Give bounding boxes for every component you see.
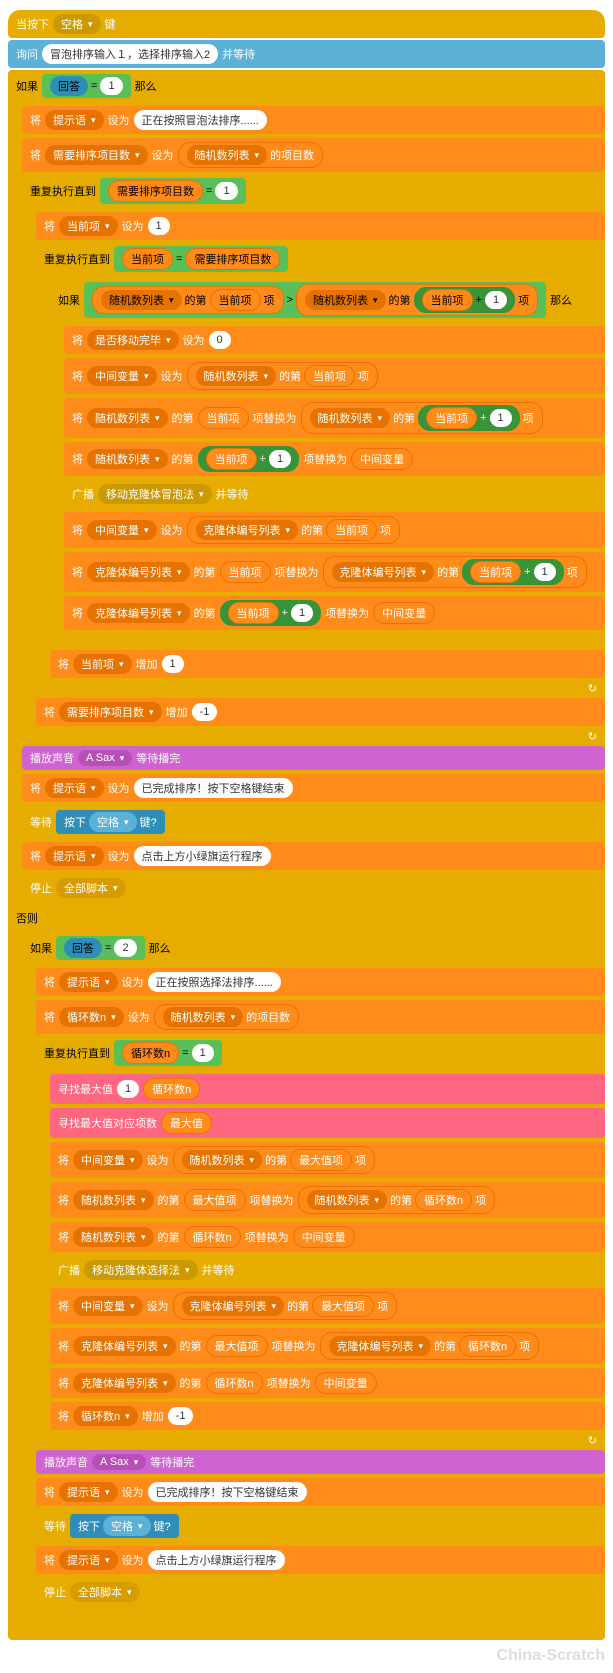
- custom-find-max-idx[interactable]: 寻找最大值对应项数 最大值: [50, 1108, 605, 1138]
- label: 键: [105, 16, 116, 32]
- set-current-1[interactable]: 将 当前项 设为 1: [36, 212, 605, 240]
- stop-1[interactable]: 停止 全部脚本: [22, 874, 605, 902]
- length-of-list[interactable]: 随机数列表 的项目数: [178, 142, 324, 168]
- if-answer-2[interactable]: 如果 回答 = 2 那么 将 提示语 设为 正在按照选择法排序...... 将 …: [22, 932, 605, 1624]
- play-sound-1[interactable]: 播放声音 A Sax 等待播完: [22, 746, 605, 770]
- equals-operator[interactable]: 回答 = 1: [42, 74, 131, 98]
- repeat-until-select[interactable]: 重复执行直到 循环数n = 1 寻找最大值 1 循环数n: [36, 1036, 605, 1448]
- play-sound-2[interactable]: 播放声音 A Sax 等待播完: [36, 1450, 605, 1474]
- repeat-until-outer[interactable]: 重复执行直到 需要排序项目数 = 1 将 当前项 设为 1 重复执行直到: [22, 174, 605, 744]
- if-answer-1[interactable]: 如果 回答 = 1 那么 将 提示语 设为 正在按照冒泡法排序...... 将 …: [8, 70, 605, 1640]
- watermark: China-Scratch: [497, 1647, 605, 1665]
- set-needsort[interactable]: 将 需要排序项目数 设为 随机数列表 的项目数: [22, 138, 605, 172]
- label: 当按下: [16, 16, 49, 32]
- answer-reporter[interactable]: 回答: [50, 76, 88, 96]
- broadcast-select[interactable]: 广播 移动克隆体选择法 并等待: [50, 1256, 605, 1284]
- stop-2[interactable]: 停止 全部脚本: [36, 1578, 605, 1606]
- broadcast-bubble[interactable]: 广播 移动克隆体冒泡法 并等待: [64, 480, 605, 508]
- ask-and-wait-block[interactable]: 询问 冒泡排序输入１，选择排序输入2 并等待: [8, 40, 605, 68]
- wait-until-1[interactable]: 等待 按下 空格 键?: [22, 806, 605, 838]
- key-dropdown[interactable]: 空格: [53, 14, 101, 34]
- gt-operator[interactable]: 随机数列表 的第 当前项 项 > 随机数列表 的第: [84, 282, 546, 318]
- custom-find-max[interactable]: 寻找最大值 1 循环数n: [50, 1074, 605, 1104]
- if-compare[interactable]: 如果 随机数列表 的第 当前项 项 >: [50, 278, 605, 648]
- ask-text-input[interactable]: 冒泡排序输入１，选择排序输入2: [42, 44, 218, 64]
- repeat-until-inner[interactable]: 重复执行直到 当前项 = 需要排序项目数 如果: [36, 242, 605, 696]
- set-tip[interactable]: 将 提示语 设为 正在按照冒泡法排序......: [22, 106, 605, 134]
- wait-until-2[interactable]: 等待 按下 空格 键?: [36, 1510, 605, 1542]
- hat-when-key-pressed[interactable]: 当按下 空格 键: [8, 10, 605, 38]
